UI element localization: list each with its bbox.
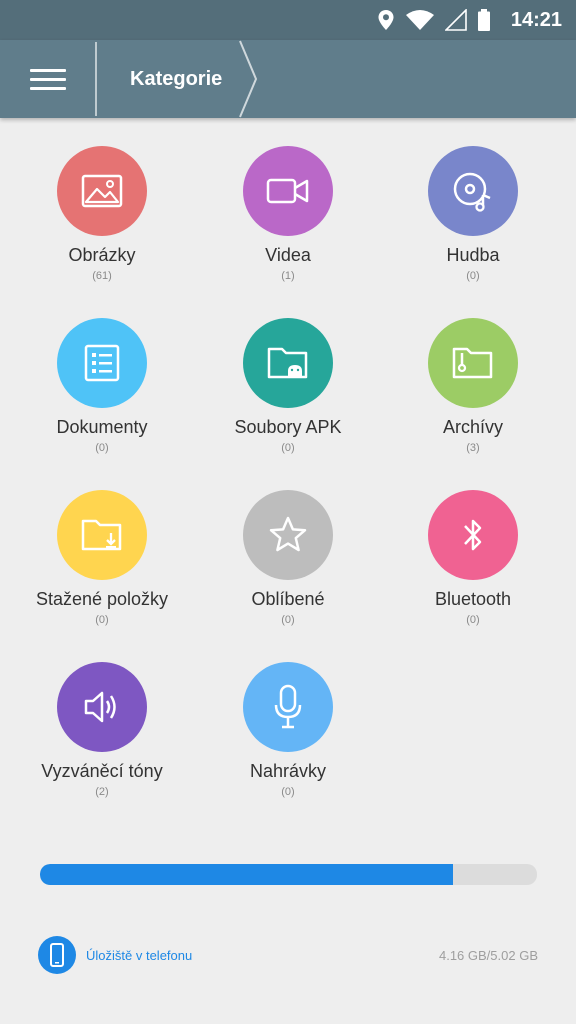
download-folder-icon [81,519,122,551]
category-archivy[interactable]: Archívy (3) [378,318,568,454]
category-dokumenty[interactable]: Dokumenty (0) [7,318,197,454]
category-count: (0) [95,614,109,626]
category-videa[interactable]: Videa (1) [193,146,383,282]
category-obrazky[interactable]: Obrázky (61) [7,146,197,282]
category-oblibene[interactable]: Oblíbené (0) [193,490,383,626]
storage-progress-fill [40,864,453,885]
category-label: Nahrávky [249,761,327,781]
category-label: Stažené položky [35,589,169,609]
video-camera-icon [266,178,309,204]
category-nahravky[interactable]: Nahrávky (0) [193,662,383,798]
category-count: (61) [92,270,112,282]
apk-folder-icon [267,347,308,379]
category-label: Bluetooth [434,589,512,609]
category-vyzvaneci-tony[interactable]: Vyzváněcí tóny (2) [7,662,197,798]
battery-icon [477,9,490,31]
status-icons: 14:21 [377,0,562,40]
category-count: (0) [281,442,295,454]
category-circle [243,490,333,580]
microphone-icon [274,684,302,729]
category-circle [57,318,147,408]
category-circle [57,490,147,580]
location-icon [378,10,394,30]
category-label: Obrázky [68,245,136,265]
status-bar: 14:21 [0,0,576,40]
archive-folder-icon [452,347,493,379]
storage-size: 4.16 GB/5.02 GB [438,948,538,963]
category-count: (3) [466,442,480,454]
appbar-divider [95,42,97,116]
category-circle [428,490,518,580]
phone-icon [50,943,64,967]
category-label: Vyzváněcí tóny [41,761,163,781]
category-circle [57,146,147,236]
category-count: (0) [281,614,295,626]
category-label: Archívy [442,417,503,437]
wifi-icon [405,10,434,30]
category-stazene-polozky[interactable]: Stažené položky (0) [7,490,197,626]
category-label: Hudba [446,245,500,265]
category-count: (0) [466,270,480,282]
storage-label[interactable]: Úložiště v telefonu [86,948,192,963]
category-bluetooth[interactable]: Bluetooth (0) [378,490,568,626]
storage-progress-bar [40,864,537,885]
category-label: Videa [265,245,311,265]
category-count: (2) [95,786,109,798]
breadcrumb-chevron-icon [239,40,258,118]
category-label: Dokumenty [56,417,148,437]
category-circle [57,662,147,752]
signal-icon [444,9,467,31]
category-circle [428,146,518,236]
app-bar: Kategorie [0,40,576,118]
category-label: Soubory APK [234,417,342,437]
star-icon [269,516,307,552]
category-circle [243,146,333,236]
breadcrumb-kategorie[interactable]: Kategorie [98,40,260,118]
phone-storage-button[interactable] [38,936,76,974]
hamburger-menu-icon[interactable] [26,66,70,94]
status-time: 14:21 [510,8,562,31]
category-hudba[interactable]: Hudba (0) [378,146,568,282]
category-circle [243,662,333,752]
bluetooth-icon [464,519,482,551]
category-count: (0) [466,614,480,626]
music-disc-icon [453,172,491,212]
storage-info: Úložiště v telefonu 4.16 GB/5.02 GB [38,936,538,976]
category-circle [428,318,518,408]
category-soubory-apk[interactable]: Soubory APK (0) [193,318,383,454]
speaker-icon [84,691,116,723]
category-count: (1) [281,270,295,282]
category-label: Oblíbené [251,589,325,609]
document-list-icon [84,344,120,382]
category-circle [243,318,333,408]
category-count: (0) [281,786,295,798]
breadcrumb-label: Kategorie [130,67,223,90]
image-icon [81,174,123,208]
category-count: (0) [95,442,109,454]
